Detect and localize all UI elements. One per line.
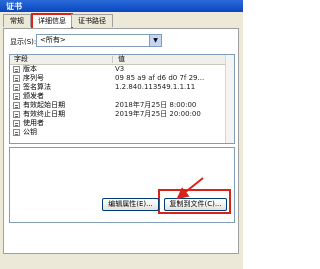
list-item[interactable]: 公钥 (10, 128, 234, 137)
details-panel: 显示(S): <所有> ▼ 字段 值 版本 V3 序列号 09 85 a9 af… (3, 28, 239, 254)
row-value: 2019年7月25日 20:00:00 (115, 110, 201, 118)
certificate-window: 证书 常规 详细信息 证书路径 显示(S): <所有> ▼ 字段 值 版本 V3 (0, 0, 243, 269)
field-icon (13, 111, 20, 118)
row-field: 颁发者 (23, 92, 44, 100)
column-header-field[interactable]: 字段 (14, 55, 28, 64)
tab-certificate-path[interactable]: 证书路径 (71, 14, 113, 27)
edit-properties-button[interactable]: 编辑属性(E)... (102, 198, 159, 211)
list-item[interactable]: 有效终止日期 2019年7月25日 20:00:00 (10, 110, 234, 119)
field-icon (13, 102, 20, 109)
row-value: 2018年7月25日 8:00:00 (115, 101, 197, 109)
field-icon (13, 129, 20, 136)
field-icon (13, 66, 20, 73)
field-icon (13, 93, 20, 100)
row-field: 有效起始日期 (23, 101, 65, 109)
column-header-value[interactable]: 值 (118, 55, 125, 64)
list-item[interactable]: 版本 V3 (10, 65, 234, 74)
row-value: 1.2.840.113549.1.1.11 (115, 83, 196, 91)
field-icon (13, 75, 20, 82)
row-field: 有效终止日期 (23, 110, 65, 118)
list-item[interactable]: 使用者 (10, 119, 234, 128)
list-item[interactable]: 颁发者 (10, 92, 234, 101)
row-value: 09 85 a9 af d6 d0 7f 29... (115, 74, 205, 82)
list-item[interactable]: 有效起始日期 2018年7月25日 8:00:00 (10, 101, 234, 110)
tab-details[interactable]: 详细信息 (31, 13, 73, 29)
row-field: 序列号 (23, 74, 44, 82)
list-scrollbar[interactable] (225, 55, 234, 143)
window-title: 证书 (6, 2, 22, 11)
title-bar: 证书 (0, 0, 243, 12)
field-icon (13, 120, 20, 127)
list-header: 字段 值 (10, 55, 234, 65)
show-dropdown[interactable]: <所有> ▼ (36, 34, 162, 47)
list-item[interactable]: 序列号 09 85 a9 af d6 d0 7f 29... (10, 74, 234, 83)
show-label: 显示(S): (10, 38, 37, 46)
show-dropdown-value: <所有> (40, 36, 66, 44)
column-separator[interactable] (112, 56, 113, 63)
row-field: 使用者 (23, 119, 44, 127)
row-value: V3 (115, 65, 125, 73)
list-item[interactable]: 签名算法 1.2.840.113549.1.1.11 (10, 83, 234, 92)
tab-general[interactable]: 常规 (3, 14, 31, 27)
field-list[interactable]: 字段 值 版本 V3 序列号 09 85 a9 af d6 d0 7f 29..… (9, 54, 235, 144)
row-field: 公钥 (23, 128, 37, 136)
copy-to-file-button[interactable]: 复制到文件(C)... (164, 198, 227, 211)
row-field: 签名算法 (23, 83, 51, 91)
tab-strip: 常规 详细信息 证书路径 (0, 12, 243, 29)
field-icon (13, 84, 20, 91)
row-field: 版本 (23, 65, 37, 73)
chevron-down-icon[interactable]: ▼ (149, 35, 161, 46)
